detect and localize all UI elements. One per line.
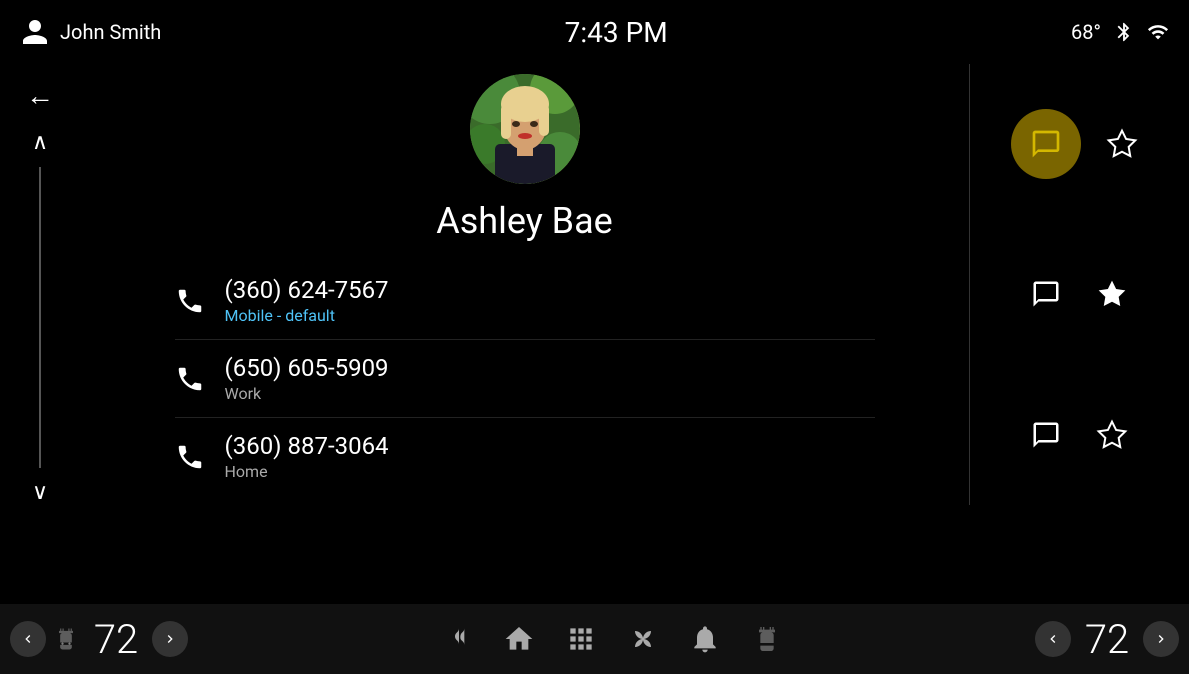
phone-icon-3 [175,442,205,472]
phone-type-1: Mobile - default [225,306,875,325]
action-row-2 [989,257,1169,331]
message-icon-2 [1031,279,1061,309]
phone-number-2: (650) 605-5909 [225,354,875,382]
message-icon-3 [1031,420,1061,450]
bottom-center-controls [441,623,783,655]
apps-icon[interactable] [565,623,597,655]
right-panel-divider [969,64,970,505]
action-row-1 [989,97,1169,191]
right-temp-increase[interactable] [1143,621,1179,657]
status-bar-time: 7:43 PM [565,16,668,49]
person-icon [20,17,50,47]
phone-list: (360) 624-7567 Mobile - default (650) 60… [175,262,875,495]
status-bar: John Smith 7:43 PM 68° [0,0,1189,64]
phone-entry-3[interactable]: (360) 887-3064 Home [175,418,875,495]
content-area: ← ∧ ∨ [0,64,1189,505]
action-rows [969,64,1189,505]
star-icon-2 [1096,278,1128,310]
star-icon-3 [1096,419,1128,451]
signal-icon [1147,21,1169,43]
contact-avatar [470,74,580,184]
message-icon-1 [1030,128,1062,160]
bottom-bar: 72 [0,604,1189,674]
user-name: John Smith [60,20,161,44]
star-icon-1 [1106,128,1138,160]
message-button-1[interactable] [1011,109,1081,179]
seat-heat-left-icon [52,625,80,653]
seat-heat-right-icon [751,623,783,655]
favorite-button-1[interactable] [1097,119,1147,169]
scroll-down-indicator: ∨ [32,480,48,505]
left-temp-value: 72 [86,616,146,663]
contact-name: Ashley Bae [436,200,613,242]
phone-icon-1 [175,286,205,316]
status-bar-left: John Smith [20,17,161,47]
back-button[interactable]: ← [16,72,64,120]
left-temp-increase[interactable] [152,621,188,657]
status-bar-right: 68° [1071,20,1169,44]
right-temp-value: 72 [1077,616,1137,663]
phone-type-3: Home [225,462,875,481]
action-row-3 [989,398,1169,472]
phone-icon-2 [175,364,205,394]
scroll-up-indicator: ∧ [32,130,48,155]
message-button-2[interactable] [1021,269,1071,319]
home-icon[interactable] [503,623,535,655]
phone-type-2: Work [225,384,875,403]
right-temp-decrease[interactable] [1035,621,1071,657]
right-temp-control: 72 [1035,616,1179,663]
phone-entry-2[interactable]: (650) 605-5909 Work [175,340,875,418]
favorite-button-3[interactable] [1087,410,1137,460]
phone-details-1: (360) 624-7567 Mobile - default [225,276,875,325]
favorite-button-2[interactable] [1087,269,1137,319]
phone-number-1: (360) 624-7567 [225,276,875,304]
left-panel: ← ∧ ∨ [0,64,80,505]
phone-details-2: (650) 605-5909 Work [225,354,875,403]
fan-icon[interactable] [627,623,659,655]
message-button-3[interactable] [1021,410,1071,460]
right-panel [969,64,1189,505]
notification-icon[interactable] [689,623,721,655]
left-temp-decrease[interactable] [10,621,46,657]
climate-heat-icon[interactable] [441,623,473,655]
left-temp-control: 72 [10,616,188,663]
phone-number-3: (360) 887-3064 [225,432,875,460]
bluetooth-icon [1113,21,1135,43]
temperature-display: 68° [1071,20,1101,44]
phone-entry-1[interactable]: (360) 624-7567 Mobile - default [175,262,875,340]
phone-details-3: (360) 887-3064 Home [225,432,875,481]
contact-detail: Ashley Bae (360) 624-7567 Mobile - defau… [80,64,969,505]
